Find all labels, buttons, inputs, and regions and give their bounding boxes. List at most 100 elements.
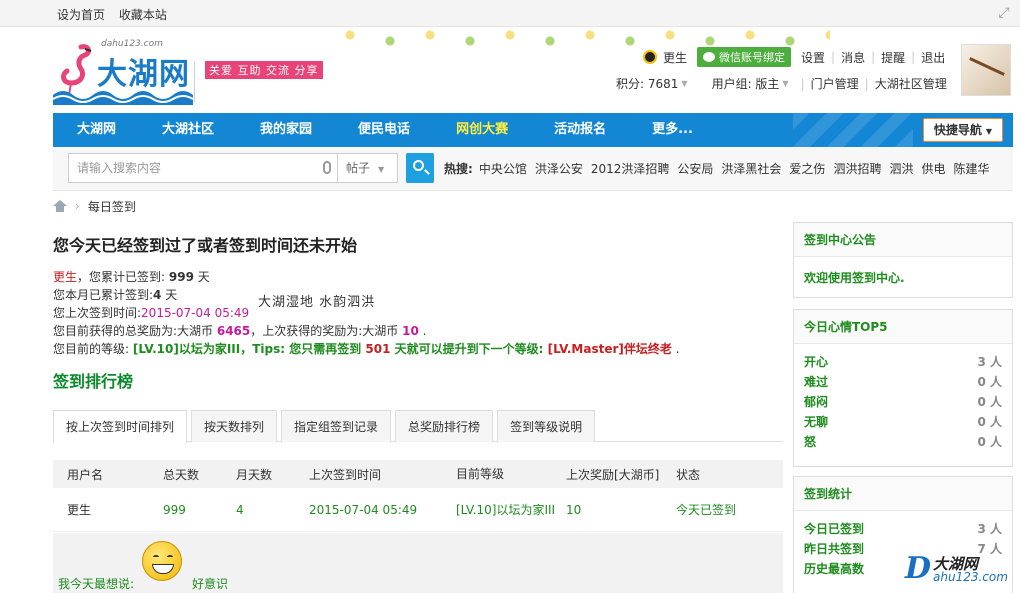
- home-icon[interactable]: [53, 200, 67, 212]
- hot-keyword[interactable]: 陈建华: [953, 160, 989, 177]
- tab-level-info[interactable]: 签到等级说明: [497, 410, 596, 442]
- search-type-select[interactable]: 帖子 ▼: [338, 153, 398, 183]
- list-item: 无聊 0 人: [804, 412, 1002, 432]
- mood-count: 0 人: [977, 435, 1002, 449]
- hot-keyword[interactable]: 泗洪招聘: [833, 160, 881, 177]
- current-level: [LV.10]以坛为家III: [132, 342, 241, 356]
- set-homepage-link[interactable]: 设为首页: [57, 8, 105, 22]
- watermark-letter: D: [905, 551, 932, 586]
- nav-item-myhome[interactable]: 我的家园: [236, 113, 334, 147]
- signin-info: 您今天已经签到过了或者签到时间还未开始 更生，您累计已签到: 999 天 您本月…: [53, 232, 783, 358]
- list-item: 难过 0 人: [804, 372, 1002, 392]
- hot-keyword[interactable]: 洪泽黑社会: [721, 160, 781, 177]
- nav-item-phone[interactable]: 便民电话: [334, 113, 432, 147]
- hot-keyword[interactable]: 2012洪泽招聘: [591, 160, 670, 177]
- stats-title: 签到统计: [794, 477, 1012, 511]
- hot-keyword[interactable]: 公安局: [677, 160, 713, 177]
- signin-username[interactable]: 更生: [53, 270, 77, 284]
- mood-top-panel: 今日心情TOP5 开心 3 人 难过 0 人 郁闷 0 人 无聊 0 人 怒 0 人: [793, 309, 1013, 467]
- hot-keyword[interactable]: 供电: [921, 160, 945, 177]
- tips-text: ，Tips: 您只需再签到: [240, 342, 366, 356]
- tab-reward-ranking[interactable]: 总奖励排行榜: [395, 410, 494, 442]
- mood-count: 0 人: [977, 375, 1002, 389]
- total-text: ，您累计已签到:: [77, 270, 169, 284]
- stat-name: 历史最高数: [804, 562, 865, 576]
- mood-label: 我今天最想说:: [58, 577, 135, 591]
- site-header: dahu123.com 大湖网 大湖湿地 水韵泗洪 关爱 互助 交流 分享 更生…: [0, 27, 1020, 310]
- search-input[interactable]: 请输入搜索内容: [68, 153, 338, 183]
- chevron-down-icon[interactable]: ▼: [782, 79, 788, 88]
- watermark-domain: ahu123.com: [933, 570, 1008, 584]
- column-header: 月天数: [236, 467, 273, 482]
- breadcrumb-current[interactable]: 每日签到: [88, 198, 136, 215]
- day-unit: 天: [193, 270, 210, 284]
- chevron-down-icon: ▼: [985, 127, 993, 136]
- slogan-tags: 关爱 互助 交流 分享: [205, 61, 323, 79]
- breadcrumb: › 每日签到: [53, 196, 136, 216]
- nav-item-home[interactable]: 大湖网: [53, 113, 138, 147]
- smiley-eye: [167, 555, 173, 559]
- site-logo[interactable]: dahu123.com 大湖网: [53, 39, 193, 105]
- level-text: 您目前的等级:: [53, 342, 133, 356]
- reminders-link[interactable]: 提醒: [881, 49, 905, 66]
- reward-last-text: ，上次获得的奖励为:大湖币: [250, 324, 403, 338]
- mood-name: 难过: [804, 375, 829, 389]
- mood-count: 3 人: [977, 355, 1002, 369]
- chevron-down-icon[interactable]: ▼: [681, 79, 687, 88]
- total-days: 999: [168, 270, 194, 284]
- nav-item-more[interactable]: 更多...: [628, 113, 715, 147]
- hot-keyword[interactable]: 中央公馆: [479, 160, 527, 177]
- community-admin-link[interactable]: 大湖社区管理: [875, 75, 947, 92]
- top-links: 设为首页 收藏本站: [57, 6, 177, 23]
- nav-item-events[interactable]: 活动报名: [530, 113, 628, 147]
- hot-keyword[interactable]: 洪泽公安: [535, 160, 583, 177]
- hot-keyword[interactable]: 爱之伤: [789, 160, 825, 177]
- mood-row: 我今天最想说: 好意识: [53, 533, 783, 593]
- separator: |: [911, 50, 916, 64]
- user-links: 更生 微信账号绑定 设置 | 消息 | 提醒 | 退出: [643, 47, 945, 67]
- expand-icon[interactable]: ⤢: [996, 5, 1012, 21]
- reward-total: 6465: [216, 324, 251, 338]
- hot-search: 热搜: 中央公馆 洪泽公安 2012洪泽招聘 公安局 洪泽黑社会 爱之伤 泗洪招…: [444, 160, 998, 177]
- tab-group-records[interactable]: 指定组签到记录: [281, 410, 392, 442]
- nav-item-contest[interactable]: 网创大赛: [432, 113, 530, 147]
- smiley-mouth: [152, 564, 174, 574]
- chevron-right-icon: ›: [75, 199, 80, 213]
- month-line: 您本月已累计签到:4 天: [53, 286, 783, 304]
- nav-item-community[interactable]: 大湖社区: [138, 113, 236, 147]
- hot-keyword[interactable]: 泗洪: [889, 160, 913, 177]
- settings-link[interactable]: 设置: [801, 49, 825, 66]
- separator: |: [800, 76, 805, 91]
- last-time: 2015-07-04 05:49: [141, 306, 250, 320]
- total-line: 更生，您累计已签到: 999 天: [53, 268, 783, 286]
- notice-body: 欢迎使用签到中心.: [804, 271, 905, 285]
- header-divider: [194, 62, 195, 102]
- search-button[interactable]: [406, 153, 434, 183]
- reward-line: 您目前获得的总奖励为:大湖币 6465，上次获得的奖励为:大湖币 10 .: [53, 324, 427, 338]
- smiley-eye: [153, 555, 159, 559]
- quick-nav-button[interactable]: 快捷导航 ▼: [923, 118, 1003, 142]
- row-level: [LV.10]以坛为家III: [456, 502, 556, 517]
- user-group-label[interactable]: 用户组: 版主: [712, 75, 780, 92]
- wechat-bind-button[interactable]: 微信账号绑定: [697, 47, 792, 67]
- tab-by-days[interactable]: 按天数排列: [191, 410, 278, 442]
- list-item: 开心 3 人: [804, 352, 1002, 372]
- avatar[interactable]: [961, 44, 1011, 96]
- list-item: 怒 0 人: [804, 432, 1002, 452]
- bookmark-link[interactable]: 收藏本站: [119, 8, 167, 22]
- logout-link[interactable]: 退出: [921, 49, 945, 66]
- tips-text2: 天就可以提升到下一个等级:: [390, 342, 548, 356]
- mood-count: 0 人: [977, 415, 1002, 429]
- pen-image: [969, 57, 1005, 76]
- day-unit: 天: [161, 288, 178, 302]
- messages-link[interactable]: 消息: [841, 49, 865, 66]
- microphone-icon[interactable]: [323, 161, 331, 174]
- separator: |: [864, 76, 869, 91]
- level-line: 您目前的等级: [LV.10]以坛为家III，Tips: 您只需再签到 501 …: [53, 342, 680, 356]
- page-title: 您今天已经签到过了或者签到时间还未开始: [53, 236, 358, 255]
- row-username[interactable]: 更生: [53, 501, 163, 518]
- tab-by-last-time[interactable]: 按上次签到时间排列: [53, 410, 188, 443]
- points-label[interactable]: 积分: 7681: [616, 75, 678, 92]
- username-link[interactable]: 更生: [663, 49, 687, 66]
- portal-admin-link[interactable]: 门户管理: [811, 75, 859, 92]
